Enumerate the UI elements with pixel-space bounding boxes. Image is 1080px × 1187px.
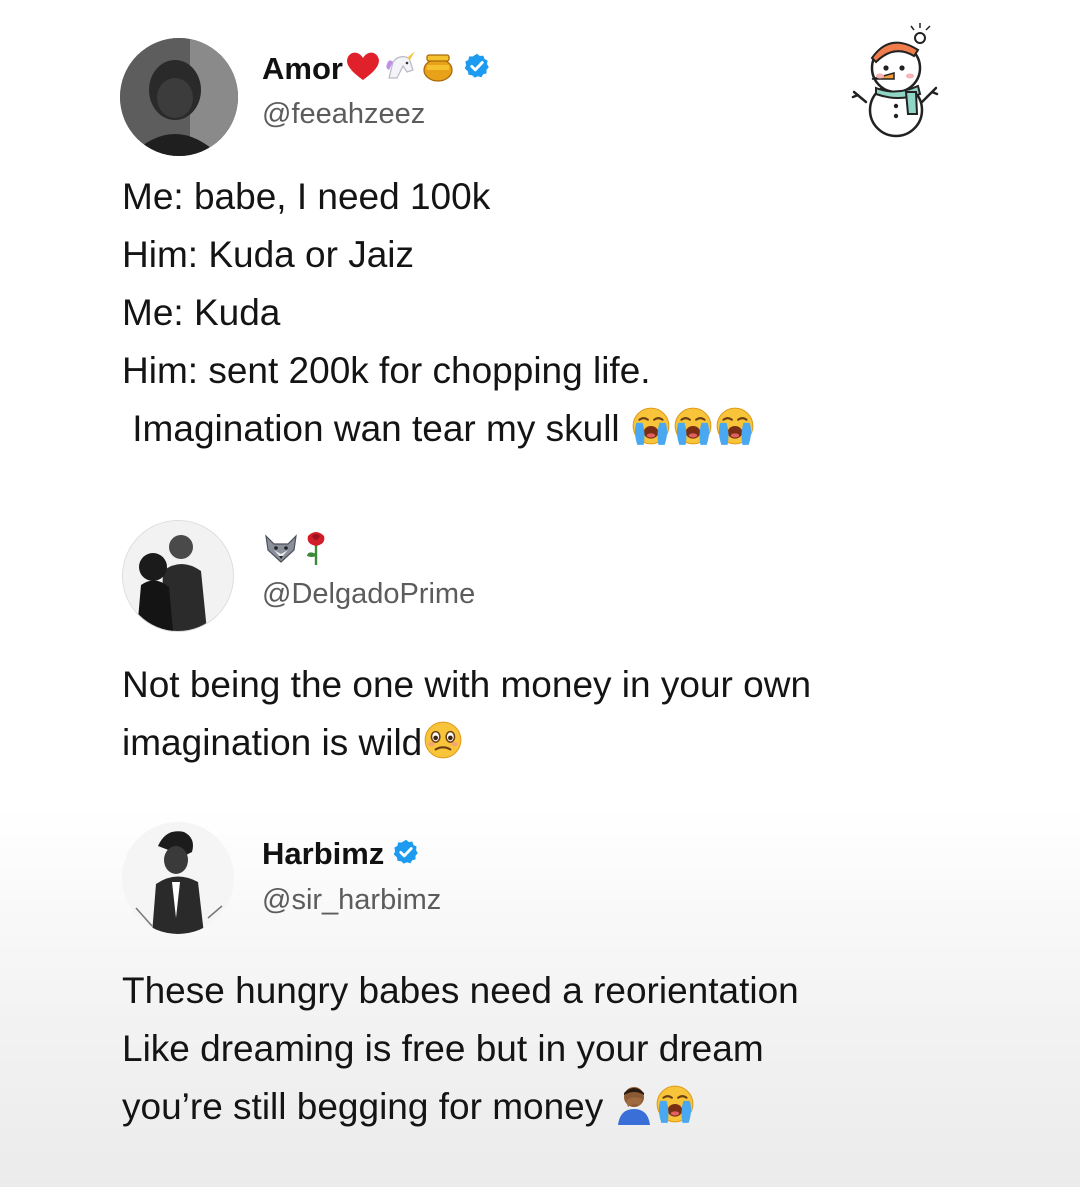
tweet-line: Him: sent 200k for chopping life. (122, 350, 651, 391)
avatar[interactable] (122, 822, 234, 934)
tweet-line: Like dreaming is free but in your dream (122, 1028, 764, 1069)
author-handle[interactable]: @DelgadoPrime (262, 578, 475, 611)
tweet-line: These hungry babes need a reorientation (122, 970, 799, 1011)
tweet-line-with-emoji: imagination is wild (122, 714, 811, 778)
author-handle[interactable]: @feeahzeez (262, 98, 425, 131)
tweet-line-with-emoji: you’re still begging for money (122, 1078, 799, 1142)
honey-pot-icon (421, 50, 455, 87)
rose-icon (304, 530, 328, 571)
wolf-icon (262, 532, 300, 569)
author-name-row[interactable]: Amor (262, 50, 491, 87)
tweet-line: Not being the one with money in your own (122, 664, 812, 705)
author-name[interactable]: Amor (262, 51, 343, 87)
snowman-sticker-icon (848, 18, 950, 140)
tweet-line: Him: Kuda or Jaiz (122, 234, 414, 275)
verified-badge-icon (392, 838, 420, 871)
tweet-body: Not being the one with money in your own… (122, 656, 811, 778)
loudly-crying-face-icon (630, 405, 672, 464)
author-name-row[interactable]: Harbimz (262, 836, 420, 872)
tweet-line-with-emoji: Imagination wan tear my skull (122, 400, 756, 464)
unicorn-icon (383, 50, 419, 87)
avatar[interactable] (120, 38, 238, 156)
tweet-line: Imagination wan tear my skull (122, 408, 620, 449)
verified-badge-icon (463, 52, 491, 85)
author-name[interactable]: Harbimz (262, 836, 384, 872)
loudly-crying-face-icon (714, 405, 756, 464)
tweet-body: These hungry babes need a reorientation … (122, 962, 799, 1142)
tweet-line: you’re still begging for money (122, 1086, 604, 1127)
tweet-line: imagination is wild (122, 722, 423, 763)
author-name-row[interactable] (262, 530, 328, 571)
tweet-line: Me: Kuda (122, 292, 281, 333)
author-handle[interactable]: @sir_harbimz (262, 884, 441, 917)
tweet-body: Me: babe, I need 100k Him: Kuda or Jaiz … (122, 168, 756, 464)
red-heart-icon (345, 50, 381, 87)
avatar[interactable] (122, 520, 234, 632)
face-holding-back-tears-icon (422, 719, 464, 778)
loudly-crying-face-icon (654, 1083, 696, 1142)
person-facepalming-icon (614, 1083, 654, 1142)
loudly-crying-face-icon (672, 405, 714, 464)
tweet-line: Me: babe, I need 100k (122, 176, 491, 217)
